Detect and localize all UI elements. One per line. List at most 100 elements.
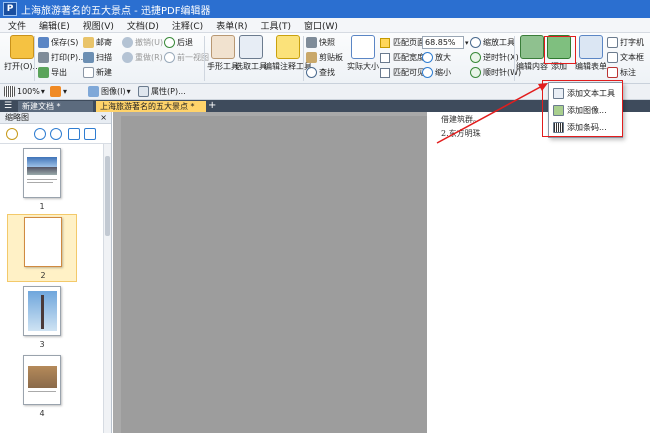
zoom-tool-label: 缩放工具 bbox=[483, 38, 515, 47]
add-tab-icon[interactable]: + bbox=[208, 100, 216, 112]
thumbnail-scrollbar[interactable] bbox=[103, 144, 111, 433]
save-button[interactable]: 保存(S) bbox=[38, 37, 78, 48]
zoom-level-button[interactable]: 100% ▾ bbox=[4, 86, 45, 97]
edit-form-label: 编辑表单 bbox=[575, 62, 607, 71]
menu-tools[interactable]: 工具(T) bbox=[260, 19, 291, 32]
chevron-down-icon: ▾ bbox=[40, 87, 45, 96]
close-icon[interactable]: × bbox=[100, 112, 107, 124]
export-label: 导出 bbox=[51, 68, 67, 77]
tab-shanghai-document[interactable]: 上海旅游著名的五大景点 * bbox=[96, 101, 206, 112]
rotate-right-icon bbox=[470, 67, 481, 78]
add-barcode-label: 添加条码... bbox=[567, 122, 607, 132]
note-tool-label: 编辑注释工具 bbox=[264, 62, 312, 71]
select-tool-button[interactable]: 选取工具 bbox=[235, 35, 267, 72]
menu-lines-icon[interactable]: ☰ bbox=[4, 100, 12, 112]
page-number: 3 bbox=[39, 340, 45, 349]
mail-icon bbox=[83, 37, 94, 48]
building-photo bbox=[28, 366, 57, 388]
textbox-button[interactable]: 文本框 bbox=[607, 52, 644, 63]
tab-new-document[interactable]: 新建文档 * bbox=[18, 101, 93, 112]
undo-button[interactable]: 撤销(U) bbox=[122, 37, 163, 48]
undo-label: 撤销(U) bbox=[135, 38, 164, 47]
find-button[interactable]: 查找 bbox=[306, 67, 335, 78]
text-tool-icon bbox=[553, 87, 564, 99]
image-button[interactable]: 图像(I) ▾ bbox=[88, 86, 131, 97]
chevron-down-icon[interactable]: ▾ bbox=[465, 39, 469, 47]
zoom-in-button[interactable]: 放大 bbox=[422, 52, 451, 63]
back-arrow-icon bbox=[164, 37, 175, 48]
zoom-level-label: 100% bbox=[17, 87, 40, 96]
add-button[interactable]: 添加 bbox=[547, 35, 571, 72]
fit-visible-label: 匹配可见 bbox=[393, 68, 425, 77]
page-thumbnail-image bbox=[23, 355, 61, 405]
edit-form-button[interactable]: 编辑表单 bbox=[575, 35, 607, 72]
print-button[interactable]: 打印(P)... bbox=[38, 52, 86, 63]
scan-button[interactable]: 扫描 bbox=[83, 52, 112, 63]
snapshot-label: 快照 bbox=[319, 38, 335, 47]
add-content-icon bbox=[547, 35, 571, 59]
zoom-tool-button[interactable]: 缩放工具 bbox=[470, 37, 515, 48]
new-label: 新建 bbox=[96, 68, 112, 77]
page-thumbnail[interactable]: 3 bbox=[7, 286, 77, 352]
page-thumbnail[interactable]: 4 bbox=[7, 355, 77, 421]
fit-page-button[interactable]: 匹配页面 bbox=[380, 37, 425, 48]
clipboard-button[interactable]: 剪贴板 bbox=[306, 52, 343, 63]
rotate-right-icon[interactable] bbox=[84, 128, 96, 140]
document-viewer[interactable]: 借建筑群。 2.东方明珠 bbox=[113, 112, 650, 433]
rotate-left-icon[interactable] bbox=[68, 128, 80, 140]
color-button[interactable]: ▾ bbox=[50, 86, 67, 97]
redo-button[interactable]: 重做(R) bbox=[122, 52, 163, 63]
new-button[interactable]: 新建 bbox=[83, 67, 112, 78]
select-tool-label: 选取工具 bbox=[235, 62, 267, 71]
menu-comment[interactable]: 注释(C) bbox=[172, 19, 203, 32]
zoom-out-icon[interactable] bbox=[50, 128, 62, 140]
properties-button[interactable]: 属性(P)... bbox=[138, 86, 186, 97]
actual-size-button[interactable]: 实际大小 bbox=[347, 35, 379, 72]
rotate-ccw-button[interactable]: 逆时针(X) bbox=[470, 52, 519, 63]
menu-view[interactable]: 视图(V) bbox=[83, 19, 114, 32]
thumbnail-toolbar bbox=[0, 124, 111, 144]
page-thumbnail-image bbox=[24, 217, 62, 267]
page-thumbnail-selected[interactable]: 2 bbox=[7, 214, 77, 282]
properties-label: 属性(P)... bbox=[151, 87, 186, 96]
menu-window[interactable]: 窗口(W) bbox=[304, 19, 338, 32]
edit-content-button[interactable]: 编辑内容 bbox=[516, 35, 548, 72]
gear-icon[interactable] bbox=[6, 128, 18, 140]
forward-view-button[interactable]: 前一视图 bbox=[164, 52, 209, 63]
fit-width-icon bbox=[380, 52, 390, 63]
add-text-tool-item[interactable]: 添加文本工具 bbox=[553, 86, 620, 100]
zoom-input[interactable]: 68.85% bbox=[422, 36, 464, 49]
zoom-out-button[interactable]: 缩小 bbox=[422, 67, 451, 78]
form-icon bbox=[579, 35, 603, 59]
menu-form[interactable]: 表单(R) bbox=[216, 19, 247, 32]
fit-width-button[interactable]: 匹配宽度 bbox=[380, 52, 425, 63]
zoom-combobox[interactable]: 68.85% ▾ bbox=[422, 36, 469, 49]
zoom-in-icon[interactable] bbox=[34, 128, 46, 140]
hand-icon bbox=[211, 35, 235, 59]
export-button[interactable]: 导出 bbox=[38, 67, 67, 78]
ribbon-toolbar: 打开(O)... 保存(S) 打印(P)... 导出 邮寄 扫描 新建 撤销(U… bbox=[0, 33, 650, 84]
fit-visible-button[interactable]: 匹配可见 bbox=[380, 67, 425, 78]
menu-file[interactable]: 文件 bbox=[8, 19, 26, 32]
callout-button[interactable]: 标注 bbox=[607, 67, 636, 78]
add-image-item[interactable]: 添加图像... bbox=[553, 103, 620, 117]
pattern-icon bbox=[4, 86, 15, 97]
edit-note-tool-button[interactable]: 编辑注释工具 bbox=[264, 35, 312, 72]
add-barcode-item[interactable]: 添加条码... bbox=[553, 120, 620, 134]
typewriter-icon bbox=[607, 37, 618, 48]
page-thumbnail[interactable]: 1 bbox=[7, 148, 77, 214]
back-button[interactable]: 后退 bbox=[164, 37, 193, 48]
fit-width-label: 匹配宽度 bbox=[393, 53, 425, 62]
save-icon bbox=[38, 37, 49, 48]
redo-label: 重做(R) bbox=[135, 53, 163, 62]
scrollbar-thumb[interactable] bbox=[105, 156, 110, 236]
menu-edit[interactable]: 编辑(E) bbox=[39, 19, 70, 32]
printer-icon bbox=[38, 52, 49, 63]
snapshot-button[interactable]: 快照 bbox=[306, 37, 335, 48]
typewriter-button[interactable]: 打字机 bbox=[607, 37, 644, 48]
menu-document[interactable]: 文档(D) bbox=[127, 19, 159, 32]
mail-button[interactable]: 邮寄 bbox=[83, 37, 112, 48]
zoom-in-label: 放大 bbox=[435, 53, 451, 62]
edit-content-icon bbox=[520, 35, 544, 59]
properties-icon bbox=[138, 86, 149, 97]
